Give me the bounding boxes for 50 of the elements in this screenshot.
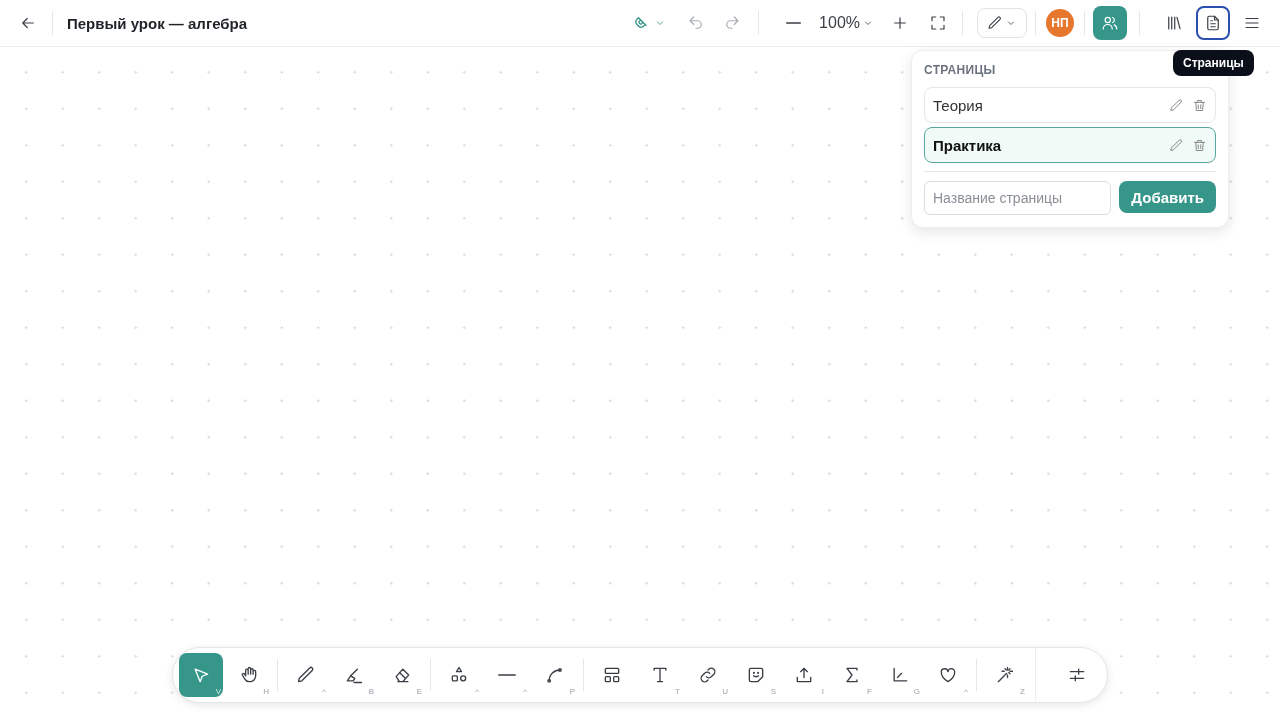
plus-icon xyxy=(891,14,909,32)
magic-wand-icon xyxy=(995,665,1015,685)
fullscreen-icon xyxy=(929,14,947,32)
tool-button[interactable]: V xyxy=(179,653,223,697)
page-item[interactable]: Теория xyxy=(924,87,1216,123)
pages-button[interactable] xyxy=(1196,6,1230,40)
upload-icon xyxy=(794,665,814,685)
tool-button[interactable]: U xyxy=(686,653,730,697)
document-icon xyxy=(1204,14,1222,32)
highlighter-icon xyxy=(344,665,364,685)
tool-button[interactable]: F xyxy=(830,653,874,697)
edit-pencil-icon xyxy=(1169,97,1184,113)
redo-icon xyxy=(723,14,742,32)
trash-icon xyxy=(1192,137,1207,153)
layout-icon xyxy=(602,665,622,685)
page-item[interactable]: Практика xyxy=(924,127,1216,163)
pen-menu-button[interactable] xyxy=(977,8,1027,38)
sticker-icon xyxy=(746,665,766,685)
tool-button[interactable]: ^ xyxy=(284,653,328,697)
library-icon xyxy=(1165,14,1183,32)
hand-icon xyxy=(239,665,259,685)
tool-button[interactable]: G xyxy=(878,653,922,697)
link-icon xyxy=(698,665,718,685)
users-icon xyxy=(1101,14,1119,32)
tool-button[interactable]: E xyxy=(380,653,424,697)
minus-icon xyxy=(785,22,801,24)
add-page-button[interactable]: Добавить xyxy=(1119,181,1216,213)
tool-button[interactable]: S xyxy=(734,653,778,697)
edit-pencil-icon xyxy=(1169,137,1184,153)
curve-icon xyxy=(545,665,565,685)
user-avatar[interactable]: НП xyxy=(1046,9,1074,37)
zoom-level-menu[interactable]: 100% xyxy=(815,7,878,39)
board-title: Первый урок — алгебра xyxy=(67,14,248,32)
line-icon xyxy=(498,674,516,676)
collaborators-button[interactable] xyxy=(1093,6,1127,40)
tool-button[interactable]: P xyxy=(533,653,577,697)
tool-button[interactable]: ^ xyxy=(485,653,529,697)
pencil-icon xyxy=(987,15,1003,31)
page-name-field[interactable]: Название страницы xyxy=(924,181,1112,215)
tool-button[interactable]: B xyxy=(332,653,376,697)
tool-button[interactable]: H xyxy=(227,653,271,697)
tool-button[interactable]: ^ xyxy=(437,653,481,697)
trash-icon xyxy=(1192,97,1207,113)
pencil-icon xyxy=(296,665,316,685)
heart-icon xyxy=(938,665,958,685)
tool-button[interactable]: ^ xyxy=(926,653,970,697)
tool-button[interactable]: Z xyxy=(983,653,1027,697)
shapes-icon xyxy=(449,665,469,685)
tooltip: Страницы xyxy=(1173,50,1254,76)
tool-button[interactable]: T xyxy=(638,653,682,697)
